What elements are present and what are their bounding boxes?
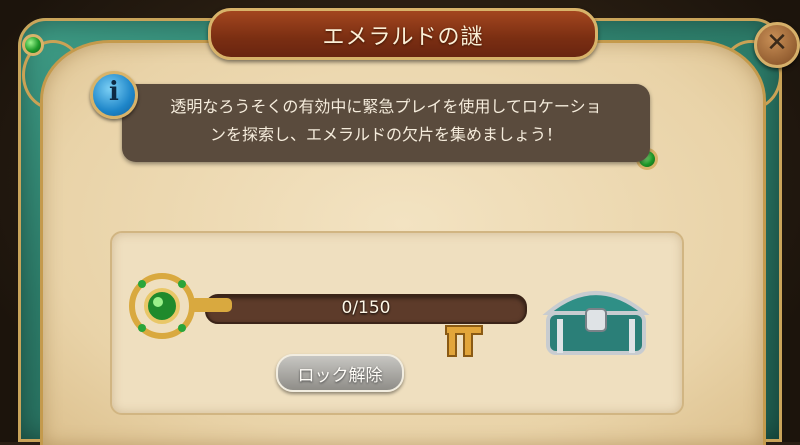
dialog-title: エメラルドの謎 bbox=[322, 25, 484, 50]
unlock-button-label: ロック解除 bbox=[297, 366, 383, 386]
progress-count: 0/150 bbox=[341, 298, 391, 318]
golden-marker-icon bbox=[445, 325, 483, 357]
emerald-gem-icon bbox=[22, 34, 44, 56]
unlock-button[interactable]: ロック解除 bbox=[276, 354, 404, 392]
info-box: 透明なろうそくの有効中に緊急プレイを使用してロケーショ ンを探索し、エメラルドの… bbox=[122, 84, 650, 162]
treasure-chest-icon bbox=[542, 291, 650, 355]
info-text-line-1: 透明なろうそくの有効中に緊急プレイを使用してロケーショ bbox=[170, 97, 602, 116]
info-text: 透明なろうそくの有効中に緊急プレイを使用してロケーショ ンを探索し、エメラルドの… bbox=[122, 93, 650, 149]
title-plate: エメラルドの謎 bbox=[208, 8, 598, 60]
close-button[interactable]: ✕ bbox=[754, 22, 800, 68]
close-icon: ✕ bbox=[766, 28, 788, 58]
info-icon[interactable]: i bbox=[90, 71, 138, 119]
info-text-line-2: ンを探索し、エメラルドの欠片を集めましょう！ bbox=[209, 125, 562, 144]
info-icon-glyph: i bbox=[109, 77, 119, 107]
emerald-key-icon bbox=[129, 273, 232, 339]
